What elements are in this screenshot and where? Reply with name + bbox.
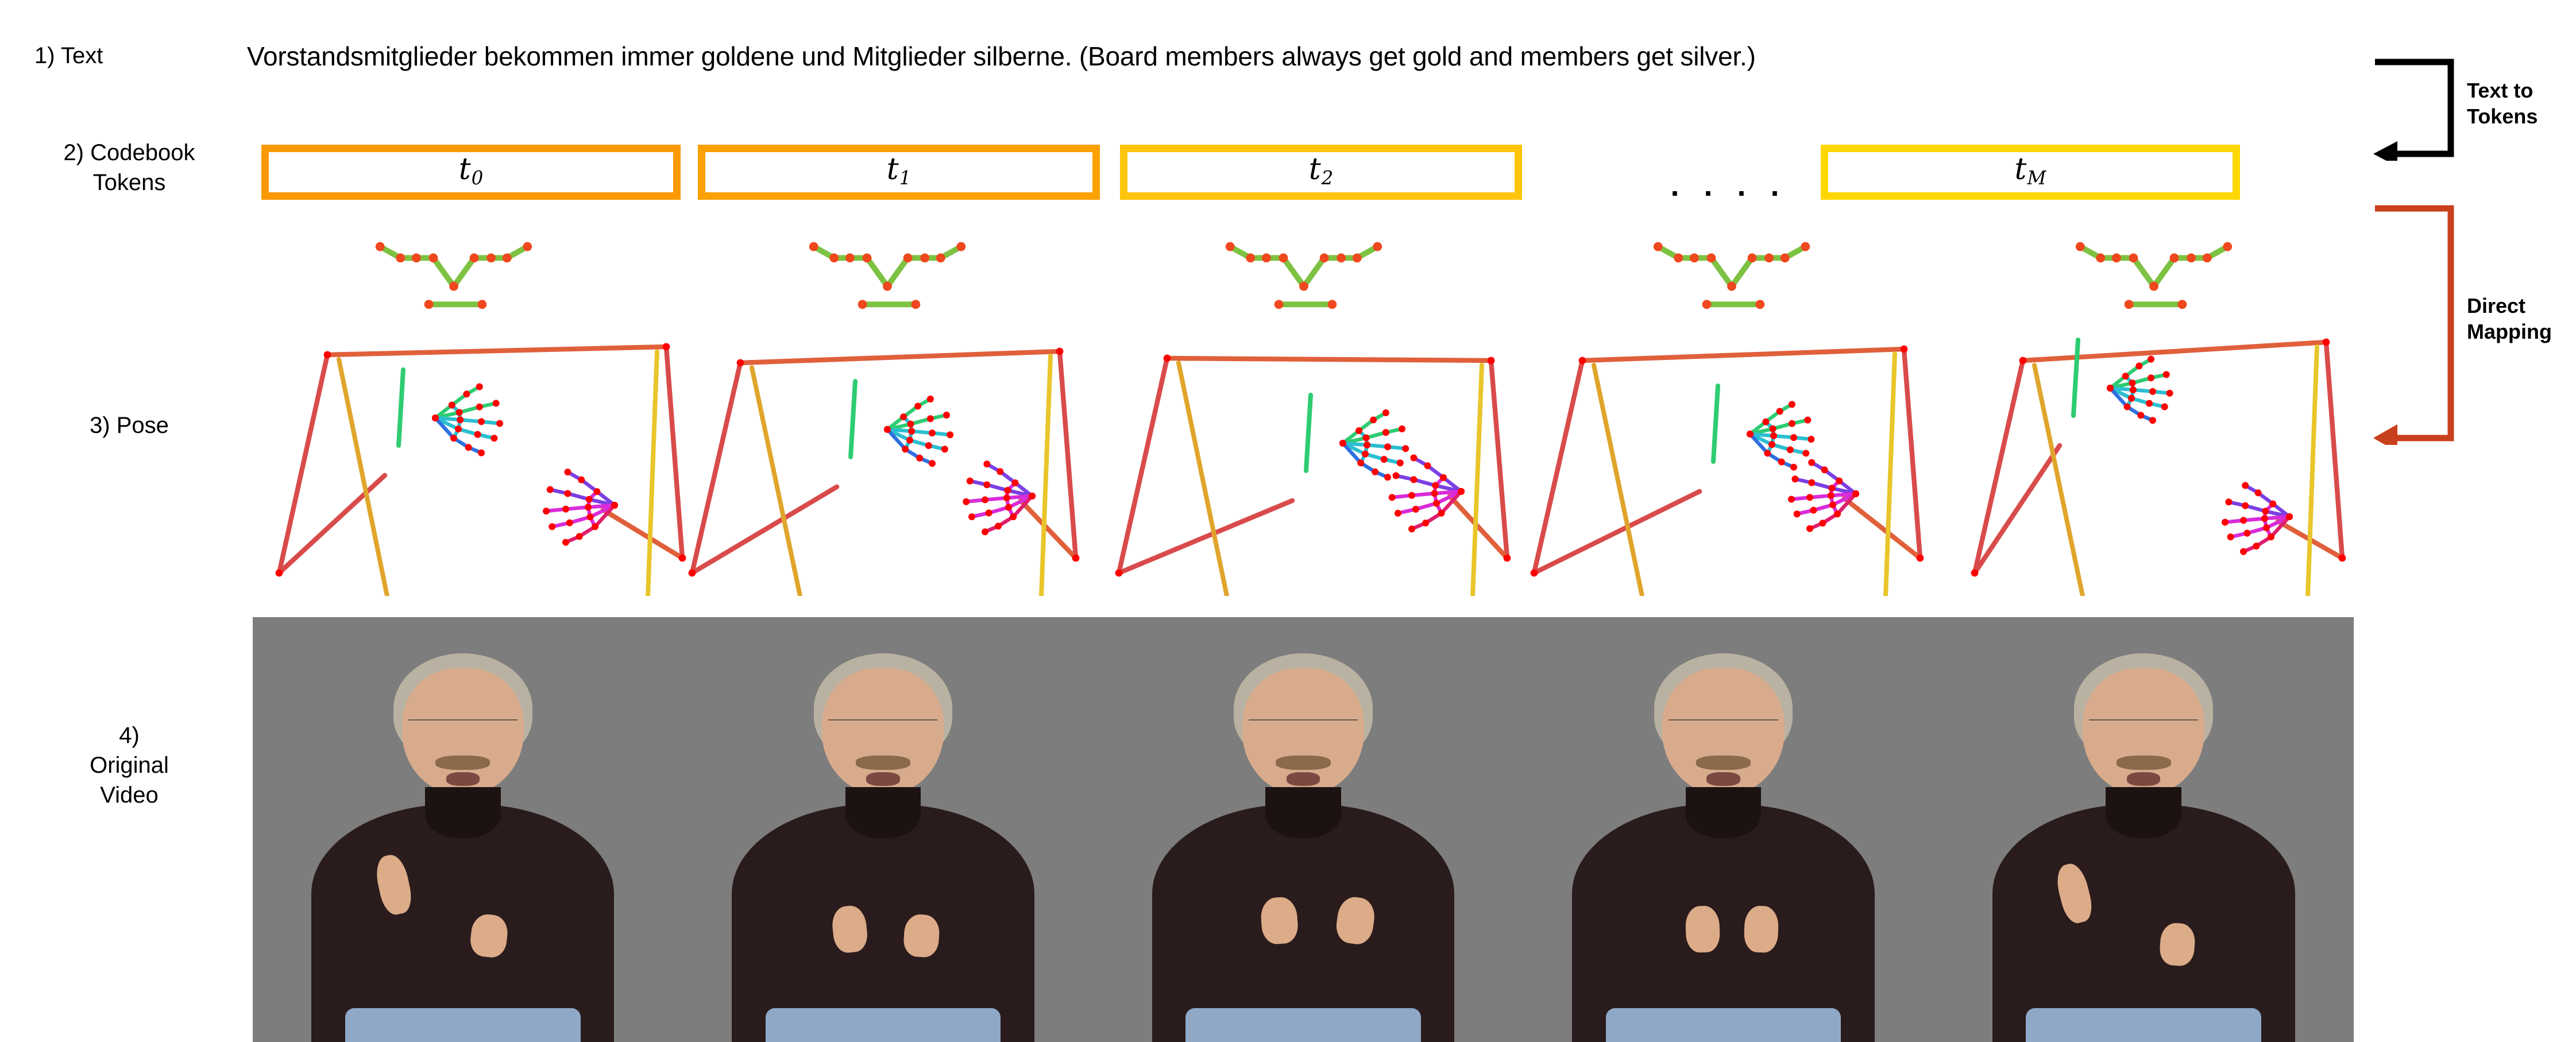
signer-torso bbox=[311, 804, 615, 1042]
codebook-token-label-0: t0 bbox=[458, 152, 484, 189]
signer-hand-right[interactable] bbox=[902, 913, 941, 959]
signer-jeans bbox=[1185, 1008, 1421, 1042]
signer-torso bbox=[1572, 804, 1875, 1042]
signer-moustache bbox=[1276, 755, 1331, 770]
codebook-token-label-2: t2 bbox=[1308, 152, 1334, 189]
text-to-tokens-arrow-icon bbox=[2373, 59, 2454, 161]
signer-moustache bbox=[435, 755, 491, 770]
face-landmarks-icon-2 bbox=[1225, 242, 1382, 309]
direct-mapping-label-line2: Mapping bbox=[2467, 320, 2552, 343]
signer-collar bbox=[1265, 787, 1341, 838]
row-label-text: 1) Text bbox=[34, 41, 241, 70]
signer-jeans bbox=[345, 1008, 581, 1042]
signer-hand-right[interactable] bbox=[1743, 905, 1779, 954]
signer-hand-left[interactable] bbox=[1260, 896, 1299, 946]
signer-moustache bbox=[1696, 755, 1751, 770]
signer-glasses bbox=[828, 719, 938, 739]
signer-mouth bbox=[1286, 772, 1320, 786]
pose-cell-0 bbox=[258, 315, 695, 598]
face-landmarks-cell-2 bbox=[1206, 227, 1401, 313]
pose-skeleton-3 bbox=[1530, 345, 1924, 598]
signer-mouth bbox=[866, 772, 900, 786]
video-frame-0 bbox=[253, 617, 673, 1042]
row-label-original-video: 4) Original Video bbox=[17, 721, 241, 810]
signer-mouth bbox=[1706, 772, 1740, 786]
codebook-token-label-1: t1 bbox=[886, 152, 912, 189]
row-label-codebook-tokens: 2) Codebook Tokens bbox=[17, 138, 241, 197]
signer-glasses bbox=[1669, 719, 1778, 739]
signer-glasses bbox=[408, 719, 517, 739]
row-label-original-video-line2: Original bbox=[90, 753, 169, 778]
face-landmarks-icon-4 bbox=[2075, 242, 2233, 309]
pose-cell-1 bbox=[681, 315, 1117, 598]
signer-torso bbox=[732, 804, 1034, 1042]
codebook-token-box-2[interactable]: t2 bbox=[1120, 145, 1522, 200]
face-landmarks-icon-3 bbox=[1653, 242, 1810, 309]
signer-hand-right[interactable] bbox=[2158, 921, 2196, 967]
face-landmarks-cell-3 bbox=[1634, 227, 1829, 313]
face-landmarks-icon-0 bbox=[375, 242, 532, 309]
signer-torso bbox=[1992, 804, 2295, 1042]
direct-mapping-arrow-icon bbox=[2373, 205, 2454, 445]
signer-collar bbox=[424, 787, 501, 838]
pose-skeleton-0 bbox=[275, 343, 686, 598]
codebook-token-box-3[interactable]: tM bbox=[1821, 145, 2240, 200]
signer-hand-left[interactable] bbox=[1685, 905, 1720, 954]
pose-cell-4 bbox=[1947, 315, 2384, 598]
signer-collar bbox=[1685, 787, 1762, 838]
signer-collar bbox=[845, 787, 921, 838]
face-landmarks-cell-1 bbox=[790, 227, 985, 313]
text-to-tokens-label: Text to Tokens bbox=[2467, 78, 2573, 129]
video-frame-2 bbox=[1093, 617, 1513, 1042]
signer-glasses bbox=[1248, 719, 1358, 739]
row-label-codebook-tokens-line1: 2) Codebook bbox=[63, 140, 195, 165]
video-frame-4 bbox=[1933, 617, 2354, 1042]
signer-mouth bbox=[446, 772, 480, 786]
direct-mapping-label: Direct Mapping bbox=[2467, 293, 2576, 344]
row-label-pose-line: 3) Pose bbox=[90, 413, 169, 438]
row-label-original-video-line1: 4) bbox=[119, 723, 140, 748]
row-label-codebook-tokens-line2: Tokens bbox=[92, 170, 166, 195]
pose-skeleton-1 bbox=[688, 347, 1080, 598]
face-landmarks-cell-0 bbox=[356, 227, 551, 313]
signer-torso bbox=[1152, 804, 1455, 1042]
row-label-original-video-line3: Video bbox=[100, 783, 159, 808]
text-to-tokens-label-line2: Tokens bbox=[2467, 104, 2538, 128]
face-landmarks-cell-4 bbox=[2056, 227, 2251, 313]
face-landmarks-icon-1 bbox=[809, 242, 966, 309]
row-label-pose: 3) Pose bbox=[17, 410, 241, 440]
token-ellipsis: . . . . bbox=[1670, 168, 1787, 203]
codebook-token-box-0[interactable]: t0 bbox=[261, 145, 681, 200]
codebook-token-box-1[interactable]: t1 bbox=[698, 145, 1100, 200]
pose-skeleton-4 bbox=[1971, 338, 2346, 598]
original-video-strip bbox=[253, 617, 2354, 1042]
signer-glasses bbox=[2089, 719, 2199, 739]
text-to-tokens-label-line1: Text to bbox=[2467, 79, 2533, 102]
signer-jeans bbox=[1605, 1008, 1841, 1042]
signer-jeans bbox=[765, 1008, 1001, 1042]
pose-cell-2 bbox=[1103, 315, 1539, 598]
pose-cell-3 bbox=[1525, 315, 1961, 598]
signer-mouth bbox=[2126, 772, 2161, 786]
direct-mapping-label-line1: Direct bbox=[2467, 294, 2526, 317]
row-label-text-line: 1) Text bbox=[34, 43, 103, 68]
video-frame-1 bbox=[673, 617, 1094, 1042]
signer-collar bbox=[2106, 787, 2181, 838]
pose-skeleton-2 bbox=[1115, 354, 1511, 598]
source-sentence: Vorstandsmitglieder bekommen immer golde… bbox=[247, 41, 1756, 71]
signer-moustache bbox=[855, 755, 910, 770]
signer-jeans bbox=[2026, 1008, 2261, 1042]
signer-moustache bbox=[2116, 755, 2171, 770]
codebook-token-label-3: tM bbox=[2014, 152, 2046, 189]
video-frame-3 bbox=[1513, 617, 1934, 1042]
